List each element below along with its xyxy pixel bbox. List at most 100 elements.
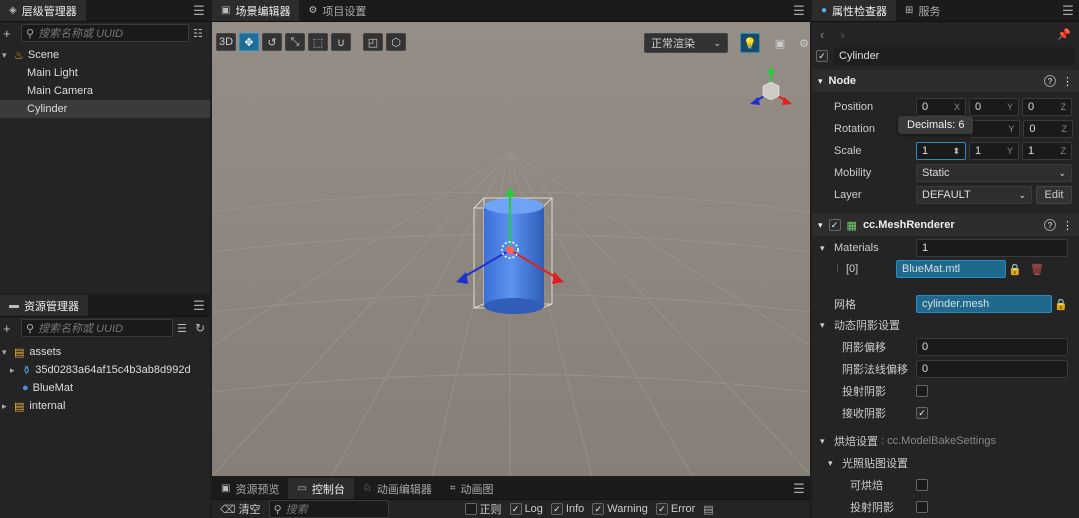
rotation-z-input[interactable]: 0Z [1023, 120, 1073, 138]
log-filter-checkbox[interactable]: ✓ Log [509, 503, 543, 515]
trash-icon[interactable]: 🗑 [1030, 263, 1044, 276]
shadow-section-header[interactable]: ▾ 动态阴影设置 [820, 314, 1073, 336]
tab-console[interactable]: ▭ 控制台 [288, 478, 354, 499]
tab-service[interactable]: ⊞ 服务 [896, 0, 949, 21]
more-icon[interactable]: ⋮ [1062, 75, 1073, 88]
lock-icon[interactable]: 🔒 [1054, 298, 1068, 311]
move-tool-icon[interactable]: ✥ [239, 33, 259, 51]
scale-y-input[interactable]: 1Y [969, 142, 1019, 160]
toggle-3d-button[interactable]: 3D [216, 33, 236, 51]
position-z-input[interactable]: 0Z [1022, 98, 1072, 116]
error-filter-checkbox[interactable]: ✓ Error [655, 503, 695, 515]
camera-icon[interactable]: ▣ [770, 33, 790, 53]
tree-row-internal[interactable]: ▸ ▤ internal [0, 397, 210, 415]
receive-shadow-checkbox[interactable]: ✓ [916, 407, 928, 419]
tab-hierarchy[interactable]: ◈ 层级管理器 [0, 0, 86, 21]
shadow-normal-bias-input[interactable]: 0 [916, 360, 1068, 378]
rect-tool-icon[interactable]: ⬚ [308, 33, 328, 51]
tab-inspector[interactable]: ● 属性检查器 [812, 0, 897, 21]
warning-filter-checkbox[interactable]: ✓ Warning [592, 503, 648, 515]
stepper-icon[interactable]: ⬍ [952, 146, 960, 157]
bake-section-header[interactable]: ▾ 烘焙设置 : cc.ModelBakeSettings [820, 430, 1073, 452]
chevron-down-icon[interactable]: ▾ [2, 347, 14, 358]
tab-scene-editor[interactable]: ▣ 场景编辑器 [212, 0, 300, 21]
lock-icon[interactable]: 🔒 [1008, 263, 1022, 276]
more-icon[interactable]: ⋮ [1062, 219, 1073, 232]
forward-icon[interactable]: › [840, 27, 844, 42]
back-icon[interactable]: ‹ [820, 27, 824, 42]
console-toolbar: ⌫ 清空 ⚲ 搜索 正则 ✓ Log ✓ Info ✓ Warning ✓ Error … [212, 500, 810, 518]
hamburger-menu-icon[interactable]: ☰ [788, 478, 810, 499]
tree-row-main-light[interactable]: Main Light [0, 64, 210, 82]
info-filter-checkbox[interactable]: ✓ Info [550, 503, 584, 515]
node-section-header[interactable]: ▾ Node ? ⋮ [812, 70, 1079, 92]
mesh-icon: ⚱ [22, 364, 32, 377]
sort-icon[interactable]: ☷ [193, 27, 207, 40]
scale-z-input[interactable]: 1Z [1022, 142, 1072, 160]
layer-select[interactable]: DEFAULT ⌄ [916, 186, 1032, 204]
clear-button[interactable]: ⌫ 清空 [220, 501, 261, 517]
rotation-y-input[interactable]: Y [970, 120, 1021, 138]
tree-row-assets[interactable]: ▾ ▤ assets [0, 343, 210, 361]
hamburger-menu-icon[interactable]: ☰ [788, 0, 810, 21]
mesh-asset-field[interactable]: cylinder.mesh [916, 295, 1052, 313]
pin-icon[interactable]: 📌 [1057, 28, 1071, 41]
position-y-input[interactable]: 0Y [969, 98, 1019, 116]
inspector-nav: ‹ › 📌 [812, 22, 1079, 46]
tree-row-main-camera[interactable]: Main Camera [0, 82, 210, 100]
cast-shadow-checkbox[interactable] [916, 385, 928, 397]
material-asset-field[interactable]: BlueMat.mtl [896, 260, 1006, 278]
tab-animation-graph[interactable]: ⌗ 动画图 [441, 478, 503, 499]
node-name-input[interactable]: Cylinder [834, 47, 1075, 65]
mobility-select[interactable]: Static ⌄ [916, 164, 1072, 182]
lightbulb-icon[interactable]: 💡 [740, 33, 760, 53]
chevron-right-icon[interactable]: ▸ [10, 365, 22, 376]
edit-layer-button[interactable]: Edit [1036, 186, 1072, 204]
tree-row-scene[interactable]: ▾ ♨ Scene [0, 46, 210, 64]
tab-assets[interactable]: ▬ 资源管理器 [0, 295, 88, 316]
tree-row-cylinder[interactable]: Cylinder [0, 100, 210, 118]
scale-tool-icon[interactable]: ⤡ [285, 33, 305, 51]
magnet-icon[interactable]: ∪ [331, 33, 351, 51]
assets-toolbar: + ⚲ 搜索名称或 UUID ☰ ↻ [0, 317, 210, 339]
list-view-icon[interactable]: ☰ [177, 322, 191, 335]
tab-animation-editor[interactable]: ♘ 动画编辑器 [354, 478, 441, 499]
scale-x-input[interactable]: 1 ⬍ [916, 142, 966, 160]
hamburger-menu-icon[interactable]: ☰ [188, 295, 210, 316]
position-x-input[interactable]: 0X [916, 98, 966, 116]
regex-checkbox[interactable]: 正则 [464, 501, 502, 517]
scene-viewport[interactable]: 3D ✥ ↺ ⤡ ⬚ ∪ ◰ ⬡ 正常渲染 ⌄ 💡 ▣ ⚙ [212, 22, 810, 476]
hierarchy-search[interactable]: ⚲ 搜索名称或 UUID [21, 24, 189, 42]
add-asset-icon[interactable]: + [3, 321, 17, 336]
rotate-tool-icon[interactable]: ↺ [262, 33, 282, 51]
lightmap-section-header[interactable]: ▾ 光照贴图设置 [820, 452, 1073, 474]
materials-count-input[interactable]: 1 [916, 239, 1068, 257]
local-pivot-icon[interactable]: ◰ [363, 33, 383, 51]
tree-row-bluemat[interactable]: ● BlueMat [0, 379, 210, 397]
hamburger-menu-icon[interactable]: ☰ [188, 0, 210, 21]
chevron-down-icon[interactable]: ▾ [820, 243, 834, 254]
add-node-icon[interactable]: + [3, 26, 17, 41]
tab-asset-preview[interactable]: ▣ 资源预览 [212, 478, 288, 499]
document-icon[interactable]: ▤ [703, 503, 713, 516]
render-mode-select[interactable]: 正常渲染 ⌄ [644, 33, 728, 53]
help-icon[interactable]: ? [1044, 75, 1056, 87]
component-enabled-checkbox[interactable]: ✓ [828, 219, 841, 231]
tree-row-mesh-asset[interactable]: ▸ ⚱ 35d0283a64af15c4b3ab8d992d [0, 361, 210, 379]
shadow-bias-input[interactable]: 0 [916, 338, 1068, 356]
console-search[interactable]: ⚲ 搜索 [268, 500, 389, 518]
gear-icon[interactable]: ⚙ [794, 33, 810, 53]
chevron-right-icon[interactable]: ▸ [2, 401, 14, 412]
hamburger-menu-icon[interactable]: ☰ [1057, 0, 1079, 21]
tab-project-settings[interactable]: ⚙ 项目设置 [299, 0, 375, 21]
global-icon[interactable]: ⬡ [386, 33, 406, 51]
help-icon[interactable]: ? [1044, 219, 1056, 231]
mesh-renderer-header[interactable]: ▾ ✓ ▦ cc.MeshRenderer ? ⋮ [812, 214, 1079, 236]
bakeable-checkbox[interactable] [916, 479, 928, 491]
refresh-icon[interactable]: ↻ [195, 321, 207, 335]
drag-handle-icon[interactable]: ⁞ [820, 263, 840, 275]
node-active-checkbox[interactable]: ✓ [816, 50, 828, 62]
cast-shadow2-checkbox[interactable] [916, 501, 928, 513]
assets-search[interactable]: ⚲ 搜索名称或 UUID [21, 319, 173, 337]
chevron-down-icon[interactable]: ▾ [2, 50, 14, 61]
